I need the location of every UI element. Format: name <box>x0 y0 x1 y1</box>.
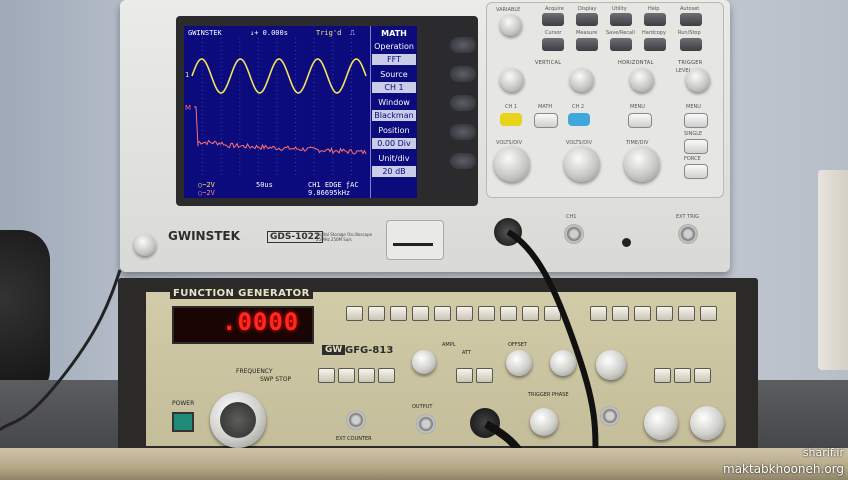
probe-cable-1 <box>506 229 599 461</box>
bench-edge <box>0 448 848 480</box>
watermark-line-2: maktabkhooneh.org <box>723 462 844 476</box>
power-cord <box>0 269 122 432</box>
probe-cables <box>0 229 599 461</box>
watermark-line-1: sharif.ir <box>802 446 844 459</box>
